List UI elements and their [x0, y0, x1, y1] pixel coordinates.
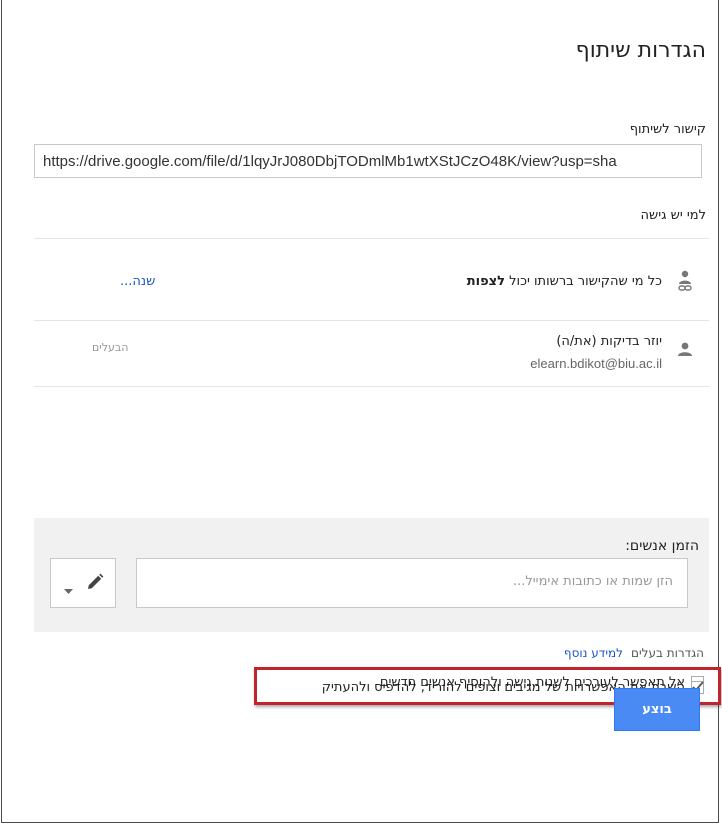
owner-role-label: הבעלים	[92, 341, 129, 354]
learn-more-link[interactable]: למידע נוסף	[564, 646, 623, 660]
owner-settings-line: הגדרות בעלים למידע נוסף	[564, 646, 704, 660]
divider	[34, 320, 709, 321]
invite-people-input[interactable]: הזן שמות או כתובות אימייל...	[136, 558, 688, 608]
link-access-text: כל מי שהקישור ברשותו יכול לצפות	[466, 274, 662, 289]
owner-email: elearn.bdikot@biu.ac.il	[530, 356, 662, 371]
owner-name: יוזר בדיקות (את/ה)	[556, 334, 662, 349]
invite-label: הזמן אנשים:	[625, 538, 699, 554]
done-button[interactable]: בוצע	[614, 688, 700, 731]
link-section-label: קישור לשיתוף	[629, 122, 706, 137]
link-person-icon	[676, 270, 694, 291]
permission-dropdown-button[interactable]	[50, 558, 116, 608]
access-section-label: למי יש גישה	[640, 208, 706, 223]
pencil-icon	[85, 572, 105, 596]
person-icon	[676, 341, 694, 361]
change-access-link[interactable]: שנה...	[120, 274, 155, 289]
divider	[34, 386, 709, 387]
invite-panel: הזמן אנשים: הזן שמות או כתובות אימייל...	[34, 518, 709, 632]
chevron-down-icon	[64, 580, 73, 599]
dialog-title: הגדרות שיתוף	[575, 38, 706, 63]
share-link-field[interactable]: https://drive.google.com/file/d/1lqyJrJ0…	[34, 144, 702, 178]
share-settings-dialog: הגדרות שיתוף קישור לשיתוף https://drive.…	[1, 0, 721, 823]
owner-settings-label: הגדרות בעלים	[631, 646, 704, 660]
divider	[34, 238, 709, 239]
